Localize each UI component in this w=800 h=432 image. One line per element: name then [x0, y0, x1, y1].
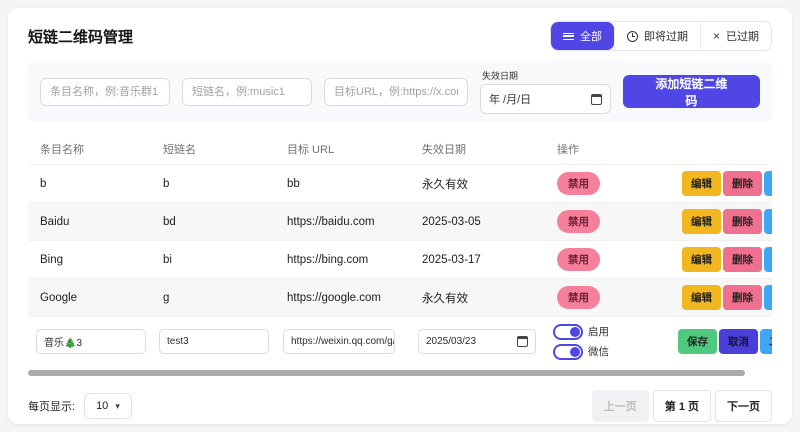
qr-code-button[interactable]: 二维码: [760, 329, 772, 354]
enable-toggle-label: 启用: [588, 324, 609, 339]
edit-slug-input[interactable]: test3: [159, 329, 269, 354]
edit-name-input[interactable]: 音乐🎄3: [36, 329, 146, 354]
filter-expiring-label: 即将过期: [644, 28, 688, 44]
filter-expired-label: 已过期: [726, 28, 759, 44]
calendar-icon[interactable]: [591, 94, 602, 105]
per-page-label: 每页显示:: [28, 398, 75, 414]
cell-short-link: bd: [163, 216, 287, 228]
current-page-indicator: 第 1 页: [653, 390, 711, 422]
cell-entry-name: Google: [40, 292, 163, 304]
entry-name-input[interactable]: [40, 78, 170, 106]
target-url-input[interactable]: [324, 78, 468, 106]
pagination: 上一页 第 1 页 下一页: [592, 390, 772, 422]
edit-button[interactable]: 编辑: [682, 209, 721, 234]
edit-url-input[interactable]: https://weixin.qq.com/g/Av: [283, 329, 395, 354]
header: 短链二维码管理 全部 即将过期 × 已过期: [8, 8, 792, 59]
shortlink-table: 条目名称 短链名 目标 URL 失效日期 操作 b b bb 永久有效 禁用 编…: [28, 134, 772, 366]
qr-code-button[interactable]: 二维码: [764, 171, 772, 196]
header-entry-name: 条目名称: [40, 141, 163, 157]
enable-toggle[interactable]: [553, 324, 583, 340]
cell-short-link: g: [163, 292, 287, 304]
table-header-row: 条目名称 短链名 目标 URL 失效日期 操作: [28, 134, 772, 164]
delete-button[interactable]: 删除: [723, 247, 762, 272]
clock-icon: [627, 31, 638, 42]
per-page-value: 10: [96, 400, 108, 412]
disable-badge[interactable]: 禁用: [557, 286, 600, 309]
footer: 每页显示: 10 ▾ 上一页 第 1 页 下一页: [8, 376, 792, 424]
cell-expiry: 永久有效: [422, 176, 557, 192]
filter-all-button[interactable]: 全部: [551, 22, 614, 50]
cell-entry-name: Baidu: [40, 216, 163, 228]
cell-expiry: 2025-03-05: [422, 216, 557, 228]
expiry-date-input[interactable]: 年 /月/日: [480, 84, 611, 114]
table-row: Bing bi https://bing.com 2025-03-17 禁用 编…: [28, 240, 772, 278]
calendar-icon[interactable]: [517, 336, 528, 347]
per-page-select[interactable]: 10 ▾: [84, 393, 132, 419]
disable-badge[interactable]: 禁用: [557, 210, 600, 233]
delete-button[interactable]: 删除: [723, 209, 762, 234]
edit-button[interactable]: 编辑: [682, 247, 721, 272]
save-button[interactable]: 保存: [678, 329, 717, 354]
table-row: Baidu bd https://baidu.com 2025-03-05 禁用…: [28, 202, 772, 240]
cancel-button[interactable]: 取消: [719, 329, 758, 354]
cell-expiry: 2025-03-17: [422, 254, 557, 266]
edit-button[interactable]: 编辑: [682, 171, 721, 196]
wechat-toggle-label: 微信: [588, 344, 609, 359]
cell-entry-name: Bing: [40, 254, 163, 266]
cell-short-link: bi: [163, 254, 287, 266]
filter-group: 全部 即将过期 × 已过期: [550, 21, 772, 51]
caret-down-icon: ▾: [115, 401, 120, 412]
cell-entry-name: b: [40, 178, 163, 190]
table-row: b b bb 永久有效 禁用 编辑 删除 二维码: [28, 164, 772, 202]
add-entry-form: 失效日期 年 /月/日 添加短链二维码: [28, 61, 772, 122]
header-short-link: 短链名: [163, 141, 287, 157]
qr-code-button[interactable]: 二维码: [764, 209, 772, 234]
x-icon: ×: [713, 30, 720, 42]
short-link-input[interactable]: [182, 78, 312, 106]
edit-entry-row: 音乐🎄3 test3 https://weixin.qq.com/g/Av 20…: [28, 316, 772, 366]
wechat-toggle[interactable]: [553, 344, 583, 360]
edit-button[interactable]: 编辑: [682, 285, 721, 310]
add-shortlink-button[interactable]: 添加短链二维码: [623, 75, 760, 108]
disable-badge[interactable]: 禁用: [557, 248, 600, 271]
expiry-date-field: 失效日期 年 /月/日: [480, 69, 611, 114]
header-target-url: 目标 URL: [287, 141, 422, 157]
cell-target-url: bb: [287, 178, 422, 190]
delete-button[interactable]: 删除: [723, 171, 762, 196]
cell-short-link: b: [163, 178, 287, 190]
disable-badge[interactable]: 禁用: [557, 172, 600, 195]
cell-target-url: https://bing.com: [287, 254, 422, 266]
expiry-date-placeholder: 年 /月/日: [489, 91, 531, 107]
qr-code-button[interactable]: 二维码: [764, 247, 772, 272]
scrollbar-thumb[interactable]: [28, 370, 745, 376]
list-icon: [563, 33, 574, 40]
horizontal-scrollbar: [28, 370, 772, 376]
edit-date-input[interactable]: 2025/03/23: [418, 329, 536, 354]
filter-all-label: 全部: [580, 28, 602, 44]
edit-date-value: 2025/03/23: [426, 336, 476, 347]
header-expiry: 失效日期: [422, 141, 557, 157]
cell-target-url: https://baidu.com: [287, 216, 422, 228]
header-actions: 操作: [557, 141, 682, 157]
main-card: 短链二维码管理 全部 即将过期 × 已过期 失效日期 年 /月/日: [8, 8, 792, 424]
expiry-date-label: 失效日期: [482, 69, 611, 82]
cell-target-url: https://google.com: [287, 292, 422, 304]
filter-expiring-button[interactable]: 即将过期: [614, 22, 700, 50]
delete-button[interactable]: 删除: [723, 285, 762, 310]
next-page-button[interactable]: 下一页: [715, 390, 772, 422]
filter-expired-button[interactable]: × 已过期: [700, 22, 771, 50]
table-row: Google g https://google.com 永久有效 禁用 编辑 删…: [28, 278, 772, 316]
page-title: 短链二维码管理: [28, 26, 133, 47]
prev-page-button[interactable]: 上一页: [592, 390, 649, 422]
qr-code-button[interactable]: 二维码: [764, 285, 772, 310]
edit-toggles: 启用 微信: [553, 324, 609, 360]
cell-expiry: 永久有效: [422, 290, 557, 306]
